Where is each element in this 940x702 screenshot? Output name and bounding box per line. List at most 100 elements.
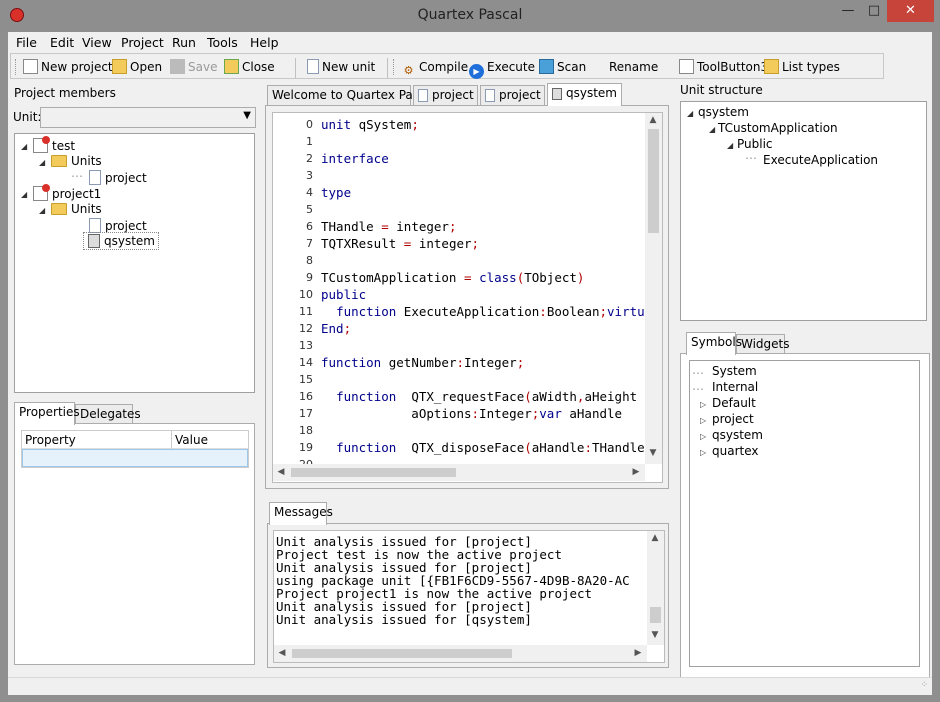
menu-file[interactable]: File (16, 35, 37, 50)
property-column-header[interactable]: Property (22, 431, 172, 449)
scroll-down-icon[interactable]: ▼ (645, 448, 661, 458)
collapse-arrow-icon[interactable]: ◢ (21, 142, 27, 151)
tree-node-label: Units (71, 202, 102, 216)
toolbar-grip[interactable] (15, 59, 18, 75)
symbol-internal[interactable]: Internal (712, 380, 758, 394)
symbol-project[interactable]: project (712, 412, 754, 426)
list-types-button[interactable]: List types (764, 58, 840, 76)
symbol-default[interactable]: Default (712, 396, 756, 410)
menu-view[interactable]: View (82, 35, 112, 50)
tree-node-test[interactable]: test (33, 136, 75, 153)
tab-welcome[interactable]: Welcome to Quartex Pascal (267, 85, 436, 106)
compile-button[interactable]: ⚙ Compile (401, 58, 469, 77)
scroll-left-icon[interactable]: ◀ (274, 648, 290, 658)
tab-properties[interactable]: Properties (14, 402, 80, 425)
code-area[interactable]: unit qSystem; interface type THandle = i… (321, 117, 644, 461)
tree-node-qsystem[interactable]: qsystem (83, 232, 159, 250)
scroll-right-icon[interactable]: ▶ (630, 648, 646, 658)
scroll-thumb[interactable] (650, 607, 661, 623)
close-button[interactable]: Close (224, 58, 275, 76)
tree-guide: ⋯ (692, 382, 704, 396)
tab-qsystem[interactable]: qsystem (547, 83, 622, 106)
scroll-thumb[interactable] (292, 649, 512, 658)
tree-node-project[interactable]: project (89, 218, 147, 233)
table-row[interactable] (22, 449, 248, 467)
tab-project-2[interactable]: project (480, 85, 545, 106)
execute-button[interactable]: ▶ Execute (469, 58, 535, 79)
new-unit-icon (307, 59, 319, 74)
collapse-arrow-icon[interactable]: ◢ (39, 158, 45, 167)
menu-help[interactable]: Help (250, 35, 279, 50)
editor-vertical-scrollbar[interactable]: ▲ ▼ (645, 113, 662, 464)
line-number: 8 (306, 254, 313, 267)
project-icon (33, 136, 50, 153)
scroll-up-icon[interactable]: ▲ (645, 115, 661, 125)
new-unit-button[interactable]: New unit (307, 58, 375, 76)
messages-vertical-scrollbar[interactable]: ▲ ▼ (647, 531, 664, 645)
close-icon[interactable]: ✕ (887, 0, 934, 22)
expand-arrow-icon[interactable]: ▷ (700, 416, 706, 425)
structure-node-executeapplication[interactable]: ExecuteApplication (763, 153, 878, 167)
save-button[interactable]: Save (170, 58, 217, 76)
structure-node-public[interactable]: Public (737, 137, 773, 151)
scroll-right-icon[interactable]: ▶ (628, 467, 644, 477)
collapse-arrow-icon[interactable]: ◢ (39, 206, 45, 215)
tree-node-units[interactable]: Units (51, 202, 102, 216)
line-number: 11 (299, 305, 313, 318)
new-project-button[interactable]: New project (23, 58, 113, 76)
tree-node-units[interactable]: Units (51, 154, 102, 168)
messages-log[interactable]: Unit analysis issued for [project] Projec… (273, 530, 665, 663)
compile-label: Compile (419, 60, 469, 74)
symbol-quartex[interactable]: quartex (712, 444, 759, 458)
tree-node-project[interactable]: project (89, 170, 147, 185)
tab-messages[interactable]: Messages (269, 502, 333, 525)
resize-grip-icon[interactable]: ⁘ (920, 680, 928, 690)
menu-project[interactable]: Project (121, 35, 164, 50)
structure-node-qsystem[interactable]: qsystem (698, 105, 749, 119)
code-line: aOptions:Integer;var aHandle (321, 406, 623, 421)
tree-guide: ⋯ (692, 366, 704, 380)
scroll-up-icon[interactable]: ▲ (647, 533, 663, 543)
unit-select[interactable]: ▼ (40, 107, 256, 128)
scroll-down-icon[interactable]: ▼ (647, 630, 663, 640)
save-icon (170, 59, 185, 74)
collapse-arrow-icon[interactable]: ◢ (727, 141, 733, 150)
toolbar-grip[interactable] (393, 59, 396, 75)
expand-arrow-icon[interactable]: ▷ (700, 432, 706, 441)
scroll-thumb[interactable] (648, 129, 659, 233)
tab-symbols[interactable]: Symbols (686, 332, 742, 355)
toolbutton3-button[interactable]: ToolButton3 (679, 58, 768, 76)
tab-widgets[interactable]: Widgets (736, 334, 790, 355)
structure-node-tcustomapplication[interactable]: TCustomApplication (718, 121, 838, 135)
symbol-system[interactable]: System (712, 364, 757, 378)
menu-run[interactable]: Run (172, 35, 196, 50)
collapse-arrow-icon[interactable]: ◢ (709, 125, 715, 134)
tab-project[interactable]: project (413, 85, 478, 106)
symbol-qsystem[interactable]: qsystem (712, 428, 763, 442)
minimize-icon[interactable]: — (835, 0, 861, 22)
file-icon (418, 89, 428, 102)
expand-arrow-icon[interactable]: ▷ (700, 448, 706, 457)
scroll-thumb[interactable] (291, 468, 456, 477)
tree-node-label: project (105, 171, 147, 185)
value-column-header[interactable]: Value (172, 431, 248, 449)
menu-tools[interactable]: Tools (207, 35, 238, 50)
line-number: 19 (299, 441, 313, 454)
tab-delegates[interactable]: Delegates (75, 404, 141, 425)
scroll-left-icon[interactable]: ◀ (273, 467, 289, 477)
scan-button[interactable]: Scan (539, 58, 586, 76)
collapse-arrow-icon[interactable]: ◢ (21, 190, 27, 199)
line-number: 2 (306, 152, 313, 165)
menu-edit[interactable]: Edit (50, 35, 74, 50)
collapse-arrow-icon[interactable]: ◢ (687, 109, 693, 118)
tree-node-project1[interactable]: project1 (33, 184, 101, 201)
scan-label: Scan (557, 60, 587, 74)
editor-horizontal-scrollbar[interactable]: ◀ ▶ (273, 464, 645, 481)
maximize-icon[interactable]: □ (861, 0, 887, 22)
open-button[interactable]: Open (112, 58, 162, 76)
messages-horizontal-scrollbar[interactable]: ◀ ▶ (274, 645, 647, 662)
code-editor[interactable]: 01234567891011121314151617181920 unit qS… (272, 112, 663, 483)
expand-arrow-icon[interactable]: ▷ (700, 400, 706, 409)
symbols-panel: ⋯ System ⋯ Internal ▷ Default ▷ project … (680, 353, 930, 688)
rename-button[interactable]: Rename (609, 58, 658, 76)
